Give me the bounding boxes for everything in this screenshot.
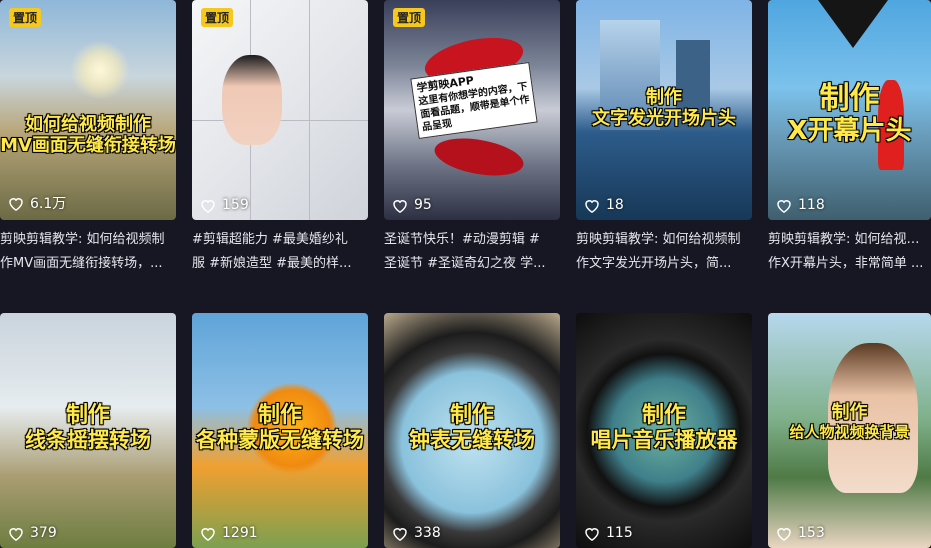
video-caption: 制作 各种蒙版无缝转场	[196, 403, 364, 453]
sun-glow	[70, 40, 130, 100]
video-card[interactable]: 置顶 如何给视频制作 MV画面无缝衔接转场 6.1万 剪映剪辑教学: 如何给视频…	[0, 0, 176, 276]
video-card[interactable]: 制作 各种蒙版无缝转场 1291	[192, 313, 368, 548]
video-card[interactable]: 置顶 159 #剪辑超能力 #最美婚纱礼 服 #新娘造型 #最美的样...	[192, 0, 368, 276]
video-caption: 制作 文字发光开场片头	[592, 87, 736, 129]
heart-icon	[9, 197, 23, 211]
video-card[interactable]: 制作 X开幕片头 118 剪映剪辑教学: 如何给视频制 作X开幕片头，非常简单 …	[768, 0, 931, 276]
heart-icon	[585, 527, 599, 541]
like-count: 115	[584, 525, 633, 541]
video-thumbnail[interactable]: 置顶 学剪映APP 这里有你想学的内容，下面看品题，顺带是单个作品呈现 95	[384, 0, 560, 220]
like-count: 379	[8, 525, 57, 541]
ribbon-bow	[431, 132, 527, 182]
like-count: 153	[776, 525, 825, 541]
heart-icon	[777, 527, 791, 541]
like-count: 18	[584, 197, 624, 213]
like-count: 118	[776, 197, 825, 213]
video-description[interactable]: 剪映剪辑教学: 如何给视频制 作MV画面无缝衔接转场，...	[0, 228, 176, 276]
video-thumbnail[interactable]: 制作 给人物视频换背景 153	[768, 313, 931, 548]
heart-icon	[393, 527, 407, 541]
pinned-badge: 置顶	[9, 8, 42, 27]
video-thumbnail[interactable]: 置顶 如何给视频制作 MV画面无缝衔接转场 6.1万	[0, 0, 176, 220]
heart-icon	[585, 199, 599, 213]
video-description[interactable]: 剪映剪辑教学: 如何给视频制 作X开幕片头，非常简单 ...	[768, 228, 931, 276]
video-description[interactable]: 圣诞节快乐！#动漫剪辑 # 圣诞节 #圣诞奇幻之夜 学...	[384, 228, 560, 276]
heart-icon	[201, 527, 215, 541]
video-description[interactable]: 剪映剪辑教学: 如何给视频制 作文字发光开场片头，简...	[576, 228, 752, 276]
video-caption: 制作 唱片音乐播放器	[590, 403, 738, 453]
video-card[interactable]: 制作 线条摇摆转场 379	[0, 313, 176, 548]
video-caption: 制作 X开幕片头	[787, 81, 912, 146]
video-description[interactable]: #剪辑超能力 #最美婚纱礼 服 #新娘造型 #最美的样...	[192, 228, 368, 276]
video-caption: 制作 钟表无缝转场	[409, 403, 535, 453]
like-count: 1291	[200, 525, 258, 541]
video-thumbnail[interactable]: 制作 唱片音乐播放器 115	[576, 313, 752, 548]
video-card[interactable]: 制作 钟表无缝转场 338	[384, 313, 560, 548]
like-count: 6.1万	[8, 193, 66, 213]
like-count: 338	[392, 525, 441, 541]
x-shape	[818, 0, 888, 48]
video-card[interactable]: 制作 给人物视频换背景 153	[768, 313, 931, 548]
portrait-figure	[222, 55, 282, 145]
video-caption: 制作 线条摇摆转场	[25, 403, 151, 453]
video-thumbnail[interactable]: 制作 文字发光开场片头 18	[576, 0, 752, 220]
video-card[interactable]: 制作 文字发光开场片头 18 剪映剪辑教学: 如何给视频制 作文字发光开场片头，…	[576, 0, 752, 276]
heart-icon	[393, 199, 407, 213]
pinned-badge: 置顶	[201, 8, 234, 27]
heart-icon	[777, 199, 791, 213]
video-caption: 如何给视频制作 MV画面无缝衔接转场	[0, 114, 176, 156]
like-count: 95	[392, 197, 432, 213]
heart-icon	[201, 199, 215, 213]
video-thumbnail[interactable]: 制作 X开幕片头 118	[768, 0, 931, 220]
video-card[interactable]: 置顶 学剪映APP 这里有你想学的内容，下面看品题，顺带是单个作品呈现 95 圣…	[384, 0, 560, 276]
video-caption: 制作 给人物视频换背景	[789, 402, 910, 441]
video-thumbnail[interactable]: 制作 线条摇摆转场 379	[0, 313, 176, 548]
heart-icon	[9, 527, 23, 541]
video-thumbnail[interactable]: 置顶 159	[192, 0, 368, 220]
pinned-badge: 置顶	[393, 8, 426, 27]
like-count: 159	[200, 197, 249, 213]
video-card[interactable]: 制作 唱片音乐播放器 115	[576, 313, 752, 548]
video-thumbnail[interactable]: 制作 钟表无缝转场 338	[384, 313, 560, 548]
video-thumbnail[interactable]: 制作 各种蒙版无缝转场 1291	[192, 313, 368, 548]
